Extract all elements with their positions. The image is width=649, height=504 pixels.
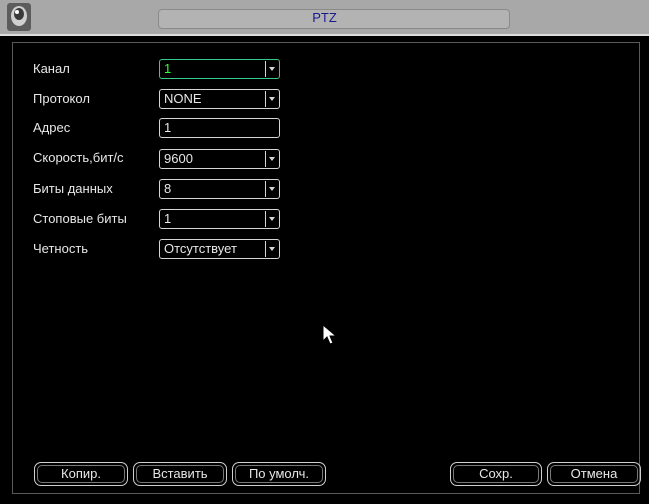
stop-bits-value: 1: [164, 211, 172, 226]
data-bits-label: Биты данных: [33, 181, 113, 196]
channel-value: 1: [164, 61, 172, 76]
protocol-select[interactable]: NONE: [159, 89, 280, 109]
chevron-down-icon[interactable]: [265, 91, 278, 107]
address-label: Адрес: [33, 120, 71, 135]
copy-button[interactable]: Копир.: [34, 462, 128, 486]
protocol-value: NONE: [164, 91, 202, 106]
chevron-down-icon[interactable]: [265, 61, 278, 77]
paste-button[interactable]: Вставить: [133, 462, 227, 486]
baudrate-select[interactable]: 9600: [159, 149, 280, 169]
channel-label: Канал: [33, 61, 70, 76]
settings-panel: [12, 42, 640, 494]
baudrate-label: Скорость,бит/с: [33, 150, 124, 165]
title-bar: PTZ: [0, 0, 649, 36]
title-separator: [0, 34, 649, 36]
chevron-down-icon[interactable]: [265, 211, 278, 227]
parity-select[interactable]: Отсутствует: [159, 239, 280, 259]
default-button[interactable]: По умолч.: [232, 462, 326, 486]
save-button[interactable]: Сохр.: [450, 462, 542, 486]
window-title: PTZ: [312, 10, 337, 25]
protocol-label: Протокол: [33, 91, 90, 106]
chevron-down-icon[interactable]: [265, 241, 278, 257]
address-value: 1: [164, 120, 172, 135]
cancel-button[interactable]: Отмена: [547, 462, 641, 486]
chevron-down-icon[interactable]: [265, 181, 278, 197]
channel-select[interactable]: 1: [159, 59, 280, 79]
data-bits-select[interactable]: 8: [159, 179, 280, 199]
address-input[interactable]: 1: [159, 118, 280, 138]
mouse-cursor-icon: [322, 324, 338, 345]
baudrate-value: 9600: [164, 151, 193, 166]
stop-bits-select[interactable]: 1: [159, 209, 280, 229]
parity-label: Четность: [33, 241, 89, 256]
stop-bits-label: Стоповые биты: [33, 211, 127, 226]
data-bits-value: 8: [164, 181, 172, 196]
ptz-window: PTZ Канал 1 Протокол NONE Адрес 1 Скорос…: [0, 0, 649, 504]
parity-value: Отсутствует: [164, 241, 237, 256]
chevron-down-icon[interactable]: [265, 151, 278, 167]
